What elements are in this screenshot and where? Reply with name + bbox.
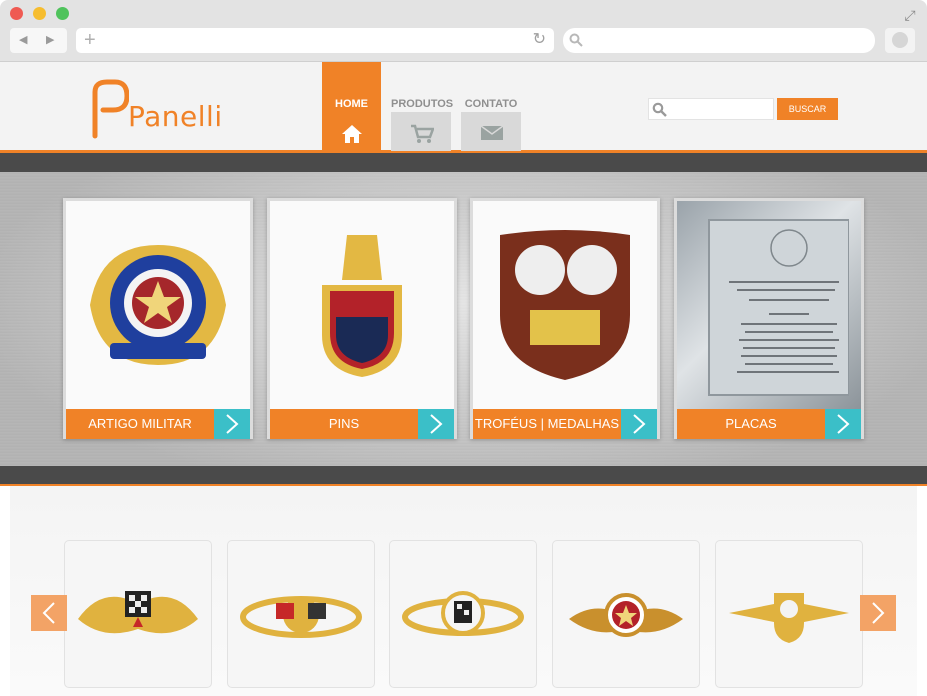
search-icon xyxy=(569,33,583,47)
address-bar[interactable]: + ↻ xyxy=(76,28,554,53)
category-card-pins[interactable]: PINS xyxy=(267,198,457,439)
pin-badge-icon xyxy=(322,235,402,377)
nav-home[interactable]: HOME xyxy=(322,62,381,151)
mail-icon xyxy=(480,125,504,140)
minimize-window-icon[interactable] xyxy=(33,7,46,20)
product-item[interactable] xyxy=(715,540,863,688)
product-item[interactable] xyxy=(389,540,537,688)
search-icon xyxy=(652,102,667,117)
chevron-right-icon xyxy=(633,414,646,434)
new-tab-icon[interactable]: + xyxy=(84,29,96,51)
product-image-star-badge xyxy=(569,593,683,637)
history-buttons: ◀ ▶ xyxy=(10,28,67,53)
browser-menu-button[interactable] xyxy=(885,28,915,53)
banner-bottom-band xyxy=(0,466,927,485)
category-card-trofeus-medalhas[interactable]: TROFÉUS | MEDALHAS xyxy=(470,198,660,439)
category-image-artigo-militar[interactable] xyxy=(66,201,250,409)
product-image-ring-badge xyxy=(402,591,524,636)
nav-home-label: HOME xyxy=(335,98,368,110)
nav-produtos-label: PRODUTOS xyxy=(391,98,454,110)
chevron-right-icon xyxy=(872,602,885,624)
category-label[interactable]: PLACAS xyxy=(677,409,825,439)
site-logo-text[interactable]: Panelli xyxy=(128,100,223,133)
category-label[interactable]: PINS xyxy=(270,409,418,439)
cart-icon xyxy=(411,124,434,143)
product-image-oval-badge xyxy=(240,596,362,638)
nav-produtos[interactable]: PRODUTOS xyxy=(391,62,454,151)
close-window-icon[interactable] xyxy=(10,7,23,20)
panelli-logo-icon[interactable] xyxy=(89,78,129,140)
chevron-right-icon xyxy=(837,414,850,434)
nav-contato-label: CONTATO xyxy=(464,98,518,110)
category-label[interactable]: TROFÉUS | MEDALHAS xyxy=(473,409,621,439)
banner-top-band xyxy=(0,153,927,172)
carousel-next-button[interactable] xyxy=(860,595,896,631)
carousel-prev-button[interactable] xyxy=(31,595,67,631)
menu-circle-icon xyxy=(892,32,908,48)
category-arrow-button[interactable] xyxy=(825,409,861,439)
category-card-artigo-militar[interactable]: ARTIGO MILITAR xyxy=(63,198,253,439)
category-arrow-button[interactable] xyxy=(621,409,657,439)
chevron-left-icon xyxy=(42,602,55,624)
site-search-input[interactable] xyxy=(648,98,774,120)
product-image-winged-emblem xyxy=(729,593,849,643)
maximize-window-icon[interactable] xyxy=(56,7,69,20)
military-badge-icon xyxy=(90,245,226,365)
forward-icon[interactable]: ▶ xyxy=(46,33,54,46)
buscar-button[interactable]: BUSCAR xyxy=(777,98,838,120)
browser-search-field[interactable] xyxy=(563,28,875,53)
category-image-placas[interactable] xyxy=(677,201,861,409)
product-item[interactable] xyxy=(64,540,212,688)
reload-icon[interactable]: ↻ xyxy=(533,30,546,50)
category-arrow-button[interactable] xyxy=(214,409,250,439)
category-image-pins[interactable] xyxy=(270,201,454,409)
product-item[interactable] xyxy=(227,540,375,688)
product-item[interactable] xyxy=(552,540,700,688)
metal-plate-icon xyxy=(708,219,849,396)
category-arrow-button[interactable] xyxy=(418,409,454,439)
product-image-wings-badge xyxy=(78,591,198,634)
browser-chrome: ⤢ ◀ ▶ + ↻ xyxy=(0,0,927,62)
category-card-placas[interactable]: PLACAS xyxy=(674,198,864,439)
category-label[interactable]: ARTIGO MILITAR xyxy=(66,409,214,439)
plaque-trophy-icon xyxy=(500,230,630,380)
home-icon xyxy=(342,125,362,143)
fullscreen-icon[interactable]: ⤢ xyxy=(901,6,919,24)
chevron-right-icon xyxy=(226,414,239,434)
nav-contato[interactable]: CONTATO xyxy=(461,62,521,151)
category-image-trofeus[interactable] xyxy=(473,201,657,409)
back-icon[interactable]: ◀ xyxy=(19,33,27,46)
chevron-right-icon xyxy=(430,414,443,434)
